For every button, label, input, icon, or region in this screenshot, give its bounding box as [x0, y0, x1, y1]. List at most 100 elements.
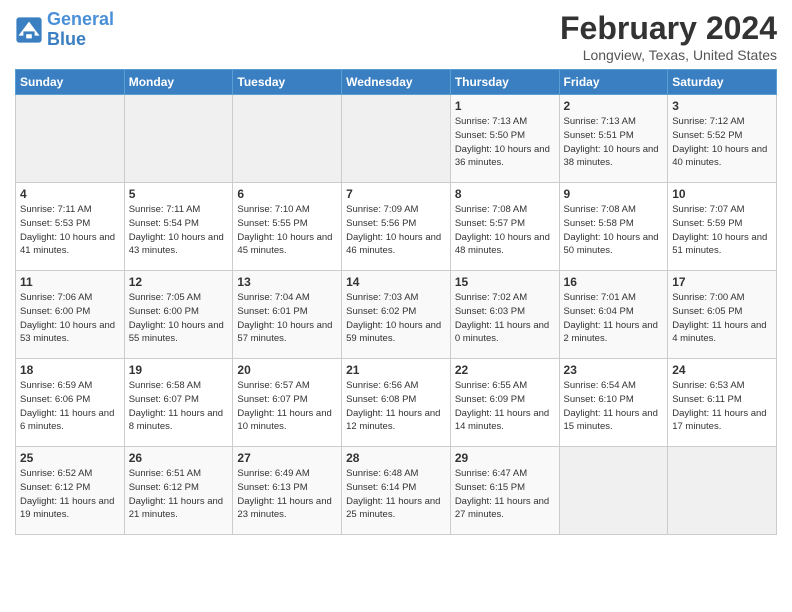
- sub-title: Longview, Texas, United States: [560, 47, 777, 63]
- table-row: 16 Sunrise: 7:01 AMSunset: 6:04 PMDayligh…: [559, 271, 668, 359]
- calendar-table: Sunday Monday Tuesday Wednesday Thursday…: [15, 69, 777, 535]
- table-row: 4Sunrise: 7:11 AMSunset: 5:53 PMDaylight…: [16, 183, 125, 271]
- day-info: Sunrise: 7:09 AMSunset: 5:56 PMDaylight:…: [346, 203, 446, 258]
- table-row: [342, 95, 451, 183]
- logo: General Blue: [15, 10, 114, 50]
- day-info: Sunrise: 6:53 AMSunset: 6:11 PMDaylight:…: [672, 379, 772, 434]
- day-info: Sunrise: 7:01 AMSunset: 6:04 PMDaylight:…: [564, 291, 664, 346]
- calendar-week-row: 25 Sunrise: 6:52 AMSunset: 6:12 PMDayligh…: [16, 447, 777, 535]
- day-number: 23: [564, 363, 664, 377]
- day-number: 7: [346, 187, 446, 201]
- table-row: [124, 95, 233, 183]
- table-row: 10 Sunrise: 7:07 AMSunset: 5:59 PMDayligh…: [668, 183, 777, 271]
- day-number: 29: [455, 451, 555, 465]
- table-row: 3Sunrise: 7:12 AMSunset: 5:52 PMDaylight…: [668, 95, 777, 183]
- table-row: [16, 95, 125, 183]
- calendar-week-row: 1Sunrise: 7:13 AMSunset: 5:50 PMDaylight…: [16, 95, 777, 183]
- day-info: Sunrise: 7:02 AMSunset: 6:03 PMDaylight:…: [455, 291, 555, 346]
- day-number: 27: [237, 451, 337, 465]
- table-row: 25 Sunrise: 6:52 AMSunset: 6:12 PMDayligh…: [16, 447, 125, 535]
- day-number: 16: [564, 275, 664, 289]
- day-info: Sunrise: 6:51 AMSunset: 6:12 PMDaylight:…: [129, 467, 229, 522]
- col-tuesday: Tuesday: [233, 70, 342, 95]
- day-info: Sunrise: 7:10 AMSunset: 5:55 PMDaylight:…: [237, 203, 337, 258]
- day-number: 8: [455, 187, 555, 201]
- day-number: 10: [672, 187, 772, 201]
- day-number: 18: [20, 363, 120, 377]
- table-row: 27 Sunrise: 6:49 AMSunset: 6:13 PMDayligh…: [233, 447, 342, 535]
- day-number: 25: [20, 451, 120, 465]
- day-info: Sunrise: 6:52 AMSunset: 6:12 PMDaylight:…: [20, 467, 120, 522]
- calendar-week-row: 4Sunrise: 7:11 AMSunset: 5:53 PMDaylight…: [16, 183, 777, 271]
- day-info: Sunrise: 6:55 AMSunset: 6:09 PMDaylight:…: [455, 379, 555, 434]
- table-row: 7 Sunrise: 7:09 AMSunset: 5:56 PMDaylight…: [342, 183, 451, 271]
- day-number: 3: [672, 99, 772, 113]
- day-number: 11: [20, 275, 120, 289]
- table-row: 1Sunrise: 7:13 AMSunset: 5:50 PMDaylight…: [450, 95, 559, 183]
- table-row: 23 Sunrise: 6:54 AMSunset: 6:10 PMDayligh…: [559, 359, 668, 447]
- day-number: 5: [129, 187, 229, 201]
- day-info: Sunrise: 6:48 AMSunset: 6:14 PMDaylight:…: [346, 467, 446, 522]
- table-row: 21 Sunrise: 6:56 AMSunset: 6:08 PMDayligh…: [342, 359, 451, 447]
- day-number: 21: [346, 363, 446, 377]
- logo-line1: General: [47, 9, 114, 29]
- day-info: Sunrise: 7:00 AMSunset: 6:05 PMDaylight:…: [672, 291, 772, 346]
- table-row: [559, 447, 668, 535]
- day-number: 20: [237, 363, 337, 377]
- page-container: General Blue February 2024 Longview, Tex…: [0, 0, 792, 540]
- day-number: 12: [129, 275, 229, 289]
- calendar-week-row: 18 Sunrise: 6:59 AMSunset: 6:06 PMDayligh…: [16, 359, 777, 447]
- table-row: 17 Sunrise: 7:00 AMSunset: 6:05 PMDayligh…: [668, 271, 777, 359]
- day-info: Sunrise: 6:54 AMSunset: 6:10 PMDaylight:…: [564, 379, 664, 434]
- day-number: 26: [129, 451, 229, 465]
- day-info: Sunrise: 7:11 AMSunset: 5:54 PMDaylight:…: [129, 203, 229, 258]
- day-number: 24: [672, 363, 772, 377]
- table-row: 9 Sunrise: 7:08 AMSunset: 5:58 PMDaylight…: [559, 183, 668, 271]
- day-number: 13: [237, 275, 337, 289]
- day-number: 19: [129, 363, 229, 377]
- logo-text: General Blue: [47, 10, 114, 50]
- calendar-header-row: Sunday Monday Tuesday Wednesday Thursday…: [16, 70, 777, 95]
- day-number: 28: [346, 451, 446, 465]
- table-row: 26 Sunrise: 6:51 AMSunset: 6:12 PMDayligh…: [124, 447, 233, 535]
- logo-line2: Blue: [47, 29, 86, 49]
- day-info: Sunrise: 7:07 AMSunset: 5:59 PMDaylight:…: [672, 203, 772, 258]
- table-row: 8Sunrise: 7:08 AMSunset: 5:57 PMDaylight…: [450, 183, 559, 271]
- day-info: Sunrise: 7:03 AMSunset: 6:02 PMDaylight:…: [346, 291, 446, 346]
- day-number: 17: [672, 275, 772, 289]
- header: General Blue February 2024 Longview, Tex…: [15, 10, 777, 63]
- day-info: Sunrise: 6:47 AMSunset: 6:15 PMDaylight:…: [455, 467, 555, 522]
- main-title: February 2024: [560, 10, 777, 47]
- day-number: 15: [455, 275, 555, 289]
- table-row: 13 Sunrise: 7:04 AMSunset: 6:01 PMDayligh…: [233, 271, 342, 359]
- day-info: Sunrise: 6:56 AMSunset: 6:08 PMDaylight:…: [346, 379, 446, 434]
- table-row: 15 Sunrise: 7:02 AMSunset: 6:03 PMDayligh…: [450, 271, 559, 359]
- day-info: Sunrise: 6:58 AMSunset: 6:07 PMDaylight:…: [129, 379, 229, 434]
- day-info: Sunrise: 7:04 AMSunset: 6:01 PMDaylight:…: [237, 291, 337, 346]
- table-row: 2 Sunrise: 7:13 AMSunset: 5:51 PMDaylight…: [559, 95, 668, 183]
- table-row: 11 Sunrise: 7:06 AMSunset: 6:00 PMDayligh…: [16, 271, 125, 359]
- title-block: February 2024 Longview, Texas, United St…: [560, 10, 777, 63]
- col-wednesday: Wednesday: [342, 70, 451, 95]
- day-number: 22: [455, 363, 555, 377]
- table-row: 28 Sunrise: 6:48 AMSunset: 6:14 PMDayligh…: [342, 447, 451, 535]
- table-row: [233, 95, 342, 183]
- table-row: 18 Sunrise: 6:59 AMSunset: 6:06 PMDayligh…: [16, 359, 125, 447]
- day-info: Sunrise: 6:49 AMSunset: 6:13 PMDaylight:…: [237, 467, 337, 522]
- day-info: Sunrise: 7:06 AMSunset: 6:00 PMDaylight:…: [20, 291, 120, 346]
- table-row: 19 Sunrise: 6:58 AMSunset: 6:07 PMDayligh…: [124, 359, 233, 447]
- day-number: 2: [564, 99, 664, 113]
- table-row: 29 Sunrise: 6:47 AMSunset: 6:15 PMDayligh…: [450, 447, 559, 535]
- day-number: 14: [346, 275, 446, 289]
- day-info: Sunrise: 7:08 AMSunset: 5:58 PMDaylight:…: [564, 203, 664, 258]
- day-number: 6: [237, 187, 337, 201]
- day-number: 9: [564, 187, 664, 201]
- table-row: [668, 447, 777, 535]
- day-info: Sunrise: 7:13 AMSunset: 5:51 PMDaylight:…: [564, 115, 664, 170]
- table-row: 6 Sunrise: 7:10 AMSunset: 5:55 PMDaylight…: [233, 183, 342, 271]
- table-row: 14 Sunrise: 7:03 AMSunset: 6:02 PMDayligh…: [342, 271, 451, 359]
- day-number: 1: [455, 99, 555, 113]
- day-info: Sunrise: 6:57 AMSunset: 6:07 PMDaylight:…: [237, 379, 337, 434]
- day-info: Sunrise: 6:59 AMSunset: 6:06 PMDaylight:…: [20, 379, 120, 434]
- col-sunday: Sunday: [16, 70, 125, 95]
